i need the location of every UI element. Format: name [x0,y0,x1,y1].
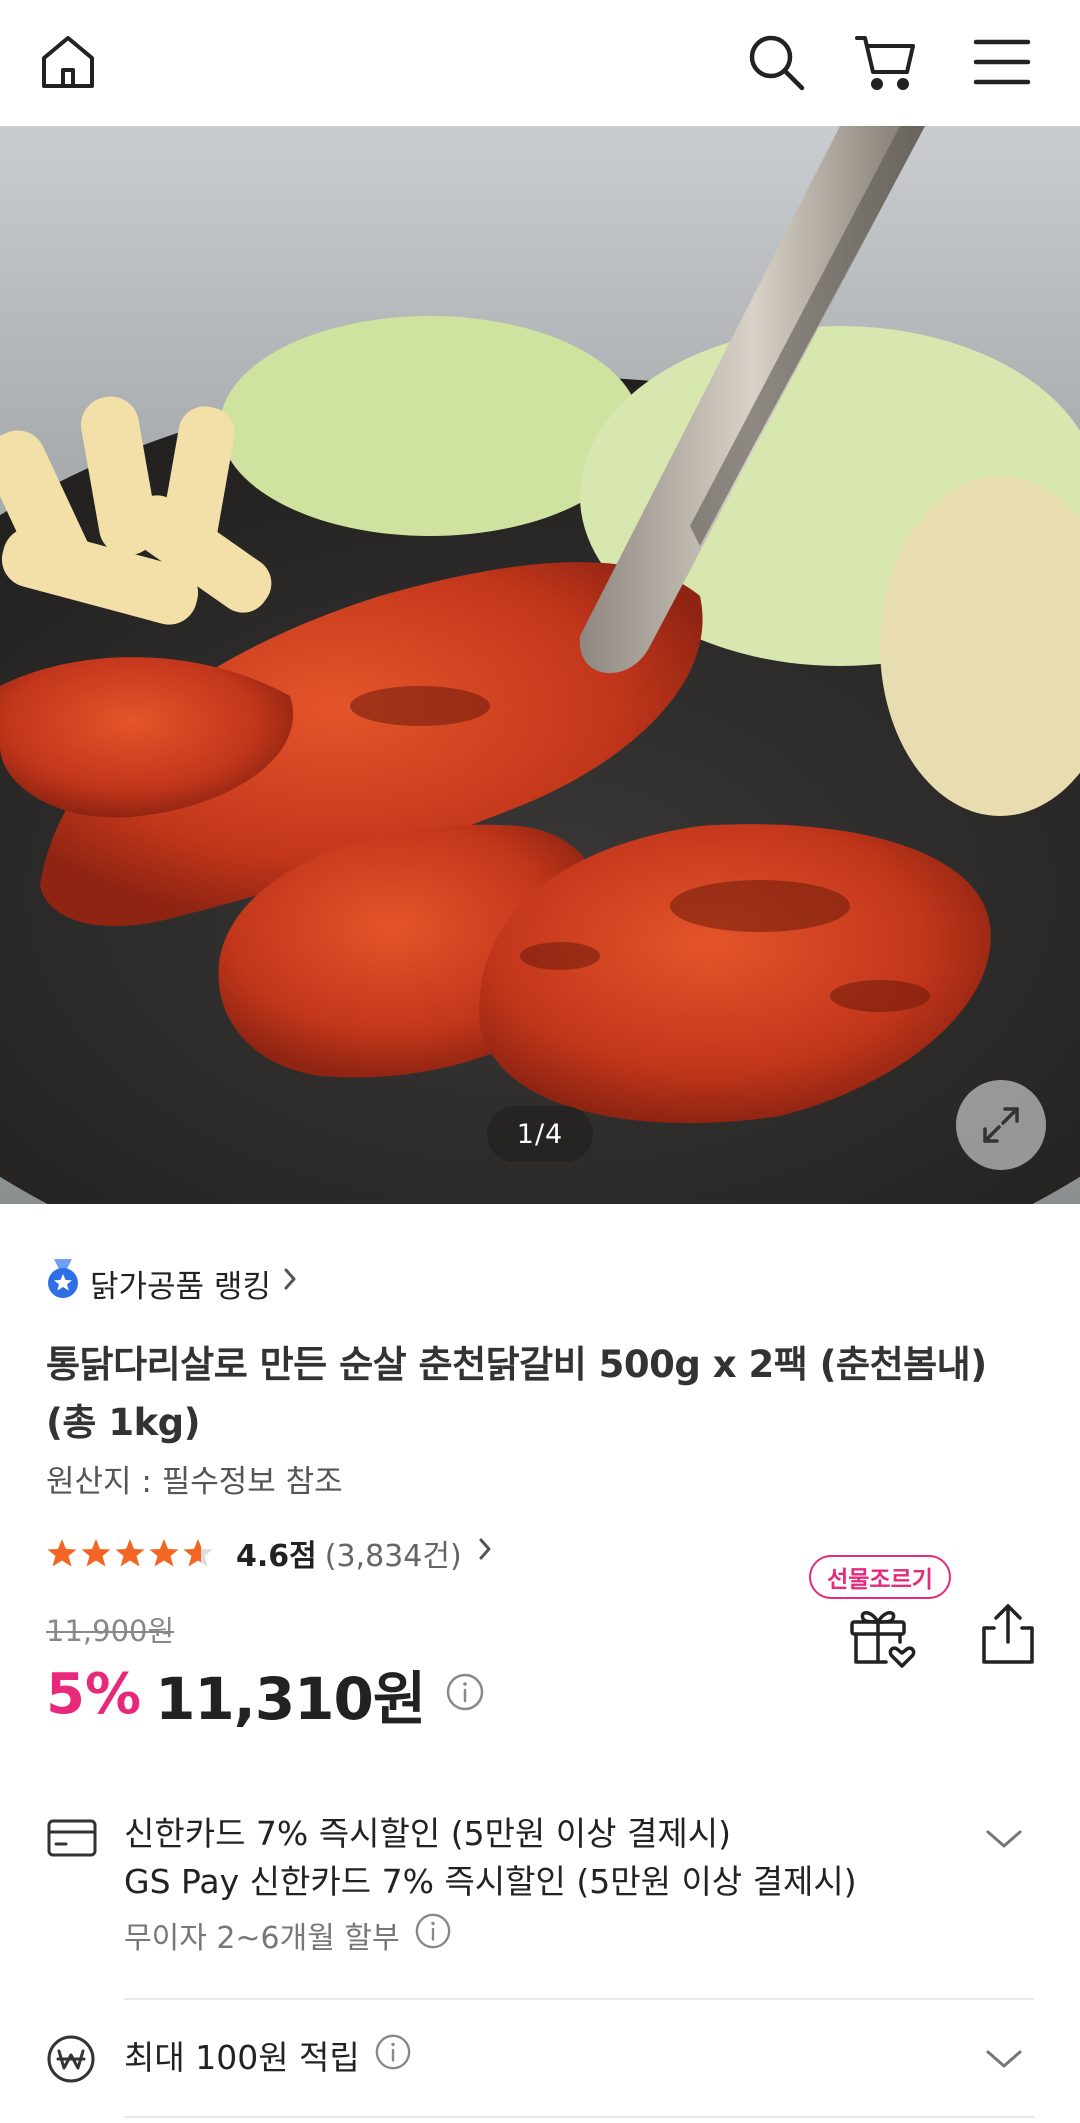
ranking-label: 닭가공품 랭킹 [90,1268,271,1305]
original-price: 11,900원 [46,1614,175,1648]
home-icon[interactable] [28,22,108,102]
expand-icon[interactable] [956,1080,1046,1170]
chevron-down-icon[interactable] [984,1828,1024,1856]
origin-info: 원산지 : 필수정보 참조 [46,1464,343,1500]
credit-card-icon [46,1816,98,1864]
price-row: 5% 11,310원 [46,1654,485,1734]
cart-icon[interactable] [846,22,926,102]
star-icon [149,1539,179,1567]
menu-icon[interactable] [962,22,1042,102]
star-half-icon [183,1539,213,1567]
info-icon[interactable] [445,1672,485,1716]
star-icon [115,1539,145,1567]
divider [124,1998,1034,2000]
rating-score: 4.6점 [236,1539,317,1574]
installment-text: 무이자 2~6개월 할부 [124,1920,400,1956]
review-count: (3,834건) [324,1539,462,1574]
discount-rate: 5% [46,1661,142,1727]
share-icon[interactable] [972,1598,1044,1670]
card-benefit-line1: 신한카드 7% 즉시할인 (5만원 이상 결제시) [124,1814,731,1853]
search-icon[interactable] [736,22,816,102]
sale-price: 11,310원 [155,1665,426,1733]
card-benefit-line2: GS Pay 신한카드 7% 즉시할인 (5만원 이상 결제시) [124,1862,857,1901]
gift-heart-icon[interactable] [846,1600,918,1672]
divider [124,2116,1034,2118]
product-title: 통닭다리살로 만든 순살 춘천닭갈비 500g x 2팩 (춘천봄내) (총 1… [46,1343,987,1444]
rating-summary[interactable]: 4.6점 (3,834건) [46,1528,494,1578]
star-icon [81,1539,111,1567]
chevron-down-icon[interactable] [984,2048,1024,2076]
points-label: 최대 100원 적립 [124,2038,360,2077]
image-pager: 1/4 [487,1106,593,1162]
info-icon[interactable] [374,2033,412,2084]
product-image[interactable] [0,126,1080,1204]
ranking-link[interactable]: 닭가공품 랭킹 [46,1258,299,1308]
star-rating [46,1537,214,1569]
star-icon [47,1539,77,1567]
top-bar [0,0,1080,126]
medal-icon [46,1259,80,1307]
info-icon[interactable] [414,1912,452,1965]
chevron-right-icon [476,1535,494,1571]
gift-request-badge[interactable]: 선물조르기 [809,1555,951,1599]
chevron-right-icon [281,1265,299,1301]
won-coin-icon [46,2034,96,2088]
